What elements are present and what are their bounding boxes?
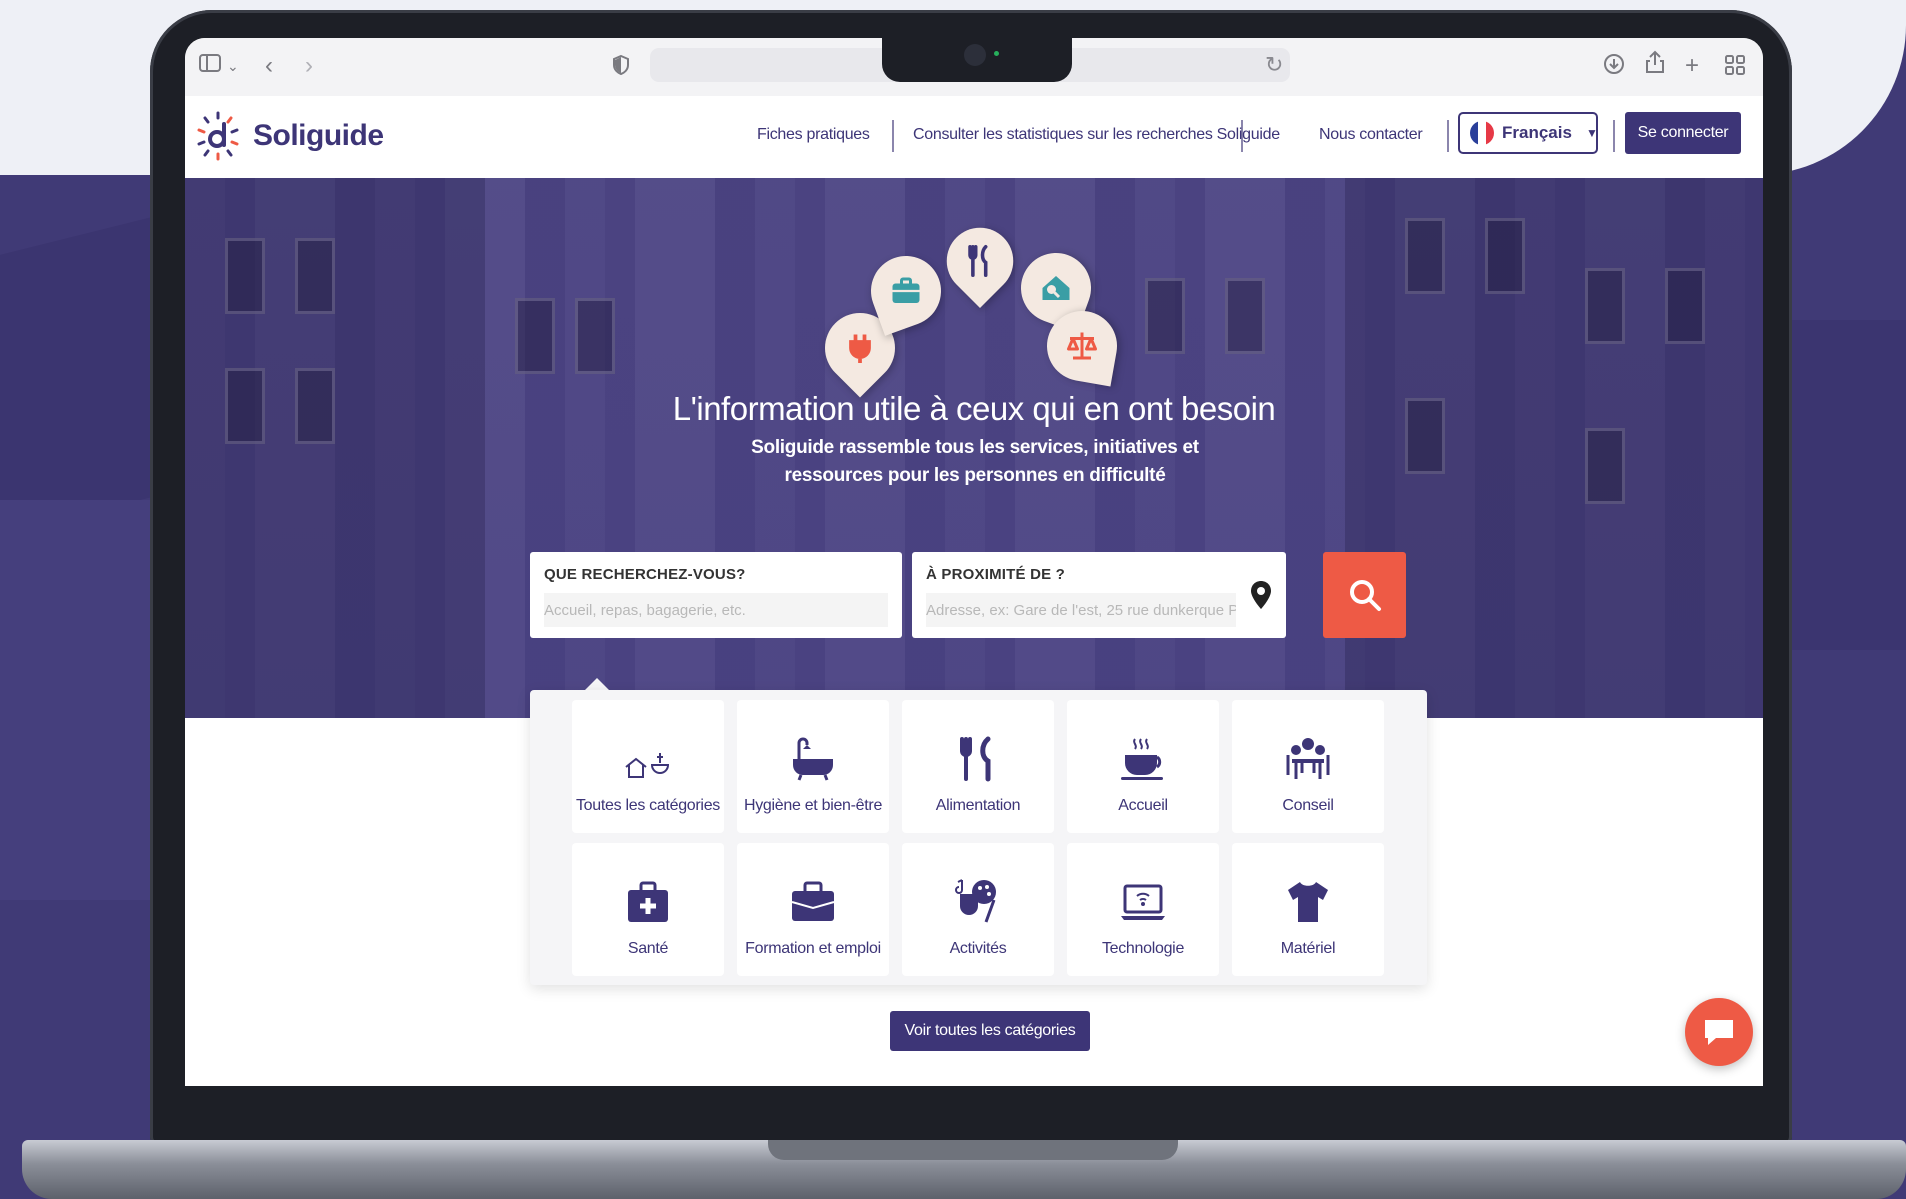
french-flag-icon [1470,121,1494,145]
fork-knife-icon [960,736,991,782]
category-label: Technologie [1101,940,1185,957]
site-header: Soliguide Fiches pratiques Consulter les… [185,96,1763,178]
reload-icon[interactable]: ↻ [1265,52,1283,78]
building-window [1145,278,1185,354]
chat-bubble-icon [1705,1020,1733,1045]
caret-down-icon: ▼ [1585,126,1598,140]
category-sante[interactable]: Santé [572,843,724,976]
site-logo[interactable]: Soliguide [193,110,384,162]
nav-divider [892,120,894,152]
category-label: Formation et emploi [745,940,881,957]
new-tab-icon[interactable]: + [1685,52,1699,80]
language-label: Français [1502,123,1572,142]
house-search-icon [1042,276,1070,300]
laptop-screen: ⌄ ‹ › ↻ + Soliguide Fiches pratiques Con… [185,38,1763,1086]
where-label: À PROXIMITÉ DE ? [926,566,1066,583]
tshirt-icon [1288,882,1328,922]
nav-divider [1447,120,1449,152]
category-technologie[interactable]: Technologie [1067,843,1219,976]
search-icon [1349,580,1381,611]
chevron-down-icon[interactable]: ⌄ [227,52,239,80]
nav-link-statistiques[interactable]: Consulter les statistiques sur les reche… [913,126,1280,144]
all-categories-icon [625,753,670,778]
camera-lens [964,44,986,66]
nav-link-contact[interactable]: Nous contacter [1319,126,1423,144]
nav-link-fiches[interactable]: Fiches pratiques [757,126,870,144]
building-window [515,298,555,374]
building-window [1485,218,1525,294]
category-activites[interactable]: Activités [902,843,1054,976]
categories-panel: Toutes les catégories Hygiène et bien-êt… [530,690,1427,985]
hero-title: L'information utile à ceux qui en ont be… [672,390,1276,427]
category-label: Activités [949,940,1007,957]
sidebar-icon[interactable] [199,52,221,80]
category-label: Accueil [1118,797,1168,814]
plug-icon [849,334,871,363]
category-label: Hygiène et bien-être [743,797,883,814]
category-materiel[interactable]: Matériel [1232,843,1384,976]
location-pin-icon[interactable] [1250,580,1272,610]
nav-divider [1613,120,1615,152]
chat-button[interactable] [1685,998,1753,1066]
category-alimentation[interactable]: Alimentation [902,700,1054,833]
category-label: Matériel [1280,940,1336,957]
forward-icon[interactable]: › [305,52,313,80]
medical-kit-icon [628,881,668,922]
tab-overview-icon[interactable] [1725,54,1745,82]
category-formation[interactable]: Formation et emploi [737,843,889,976]
nav-divider [1241,120,1243,152]
briefcase-icon [892,277,920,303]
category-label: Santé [627,940,669,957]
building-window [1665,268,1705,344]
building-window [295,238,335,314]
building-window [1225,278,1265,354]
category-all[interactable]: Toutes les catégories [572,700,724,833]
building-window [1585,268,1625,344]
hero-subtitle: Soliguide rassemble tous les services, i… [751,437,1199,486]
building-window [1405,218,1445,294]
laptop-base-notch [768,1140,1178,1160]
category-accueil[interactable]: Accueil [1067,700,1219,833]
soliguide-logo-icon [197,111,239,161]
laptop-wifi-icon [1121,884,1165,920]
category-label: Alimentation [935,797,1021,814]
briefcase-icon [791,881,835,921]
where-search-box: À PROXIMITÉ DE ? [912,552,1286,638]
share-icon[interactable] [1645,50,1665,81]
what-search-input[interactable] [544,593,888,627]
login-button[interactable]: Se connecter [1625,112,1741,154]
category-label: Toutes les catégories [575,797,720,814]
back-icon[interactable]: ‹ [265,52,273,80]
building-window [1585,428,1625,504]
panel-pointer [585,678,609,690]
building-window [225,238,265,314]
shield-icon[interactable] [613,54,629,82]
category-conseil[interactable]: Conseil [1232,700,1384,833]
fork-knife-icon [968,244,988,278]
category-label: Conseil [1282,797,1334,814]
backdrop-shape [0,500,160,900]
what-search-box: QUE RECHERCHEZ-VOUS? [530,552,902,638]
language-select[interactable]: Français ▼ [1458,112,1598,154]
see-all-categories-button[interactable]: Voir toutes les catégories [890,1011,1090,1051]
download-icon[interactable] [1603,53,1625,82]
advice-icon [1286,738,1330,779]
what-label: QUE RECHERCHEZ-VOUS? [544,566,746,583]
scale-icon [1067,332,1097,360]
search-button[interactable] [1323,552,1406,638]
where-search-input[interactable] [926,593,1236,627]
logo-text: Soliguide [253,119,384,152]
bathtub-icon [793,737,833,781]
theater-palette-icon [955,879,996,923]
category-hygiene[interactable]: Hygiène et bien-être [737,700,889,833]
camera-led [994,51,999,56]
coffee-cup-icon [1121,738,1163,780]
building-window [575,298,615,374]
